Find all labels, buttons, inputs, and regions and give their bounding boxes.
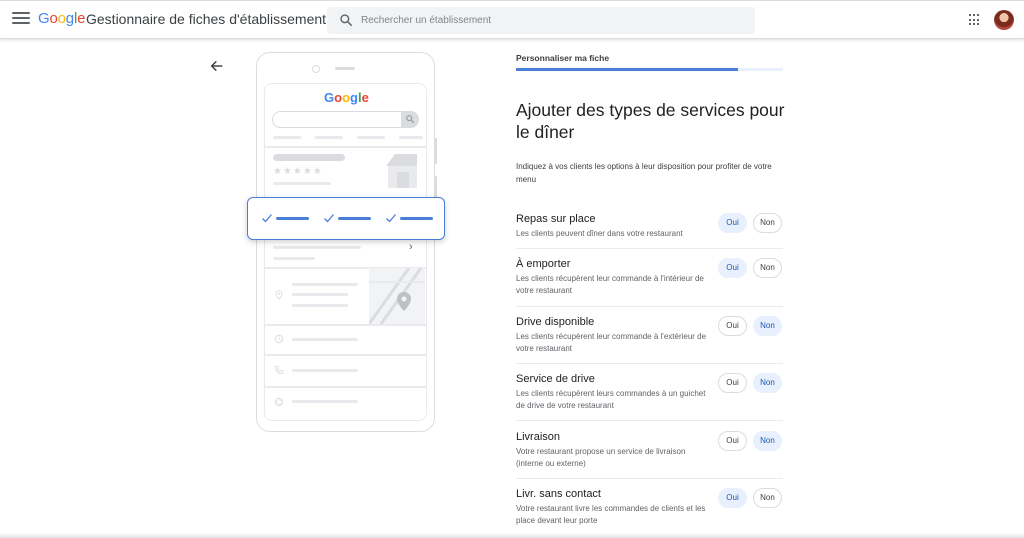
hamburger-icon[interactable] — [12, 12, 30, 28]
location-pin-icon — [275, 290, 283, 300]
no-chip[interactable]: Non — [753, 431, 782, 451]
no-chip[interactable]: Non — [753, 213, 782, 233]
illustration-divider — [265, 354, 426, 356]
service-description: Les clients récupèrent leurs commandes à… — [516, 389, 706, 410]
illustration-text-line — [292, 283, 358, 286]
service-name: Livraison — [516, 431, 561, 443]
no-chip[interactable]: Non — [753, 316, 782, 336]
yes-chip[interactable]: Oui — [718, 488, 747, 508]
bottom-edge-shadow — [0, 533, 1024, 538]
illustration-text-line — [273, 182, 331, 185]
row-divider — [516, 248, 783, 249]
illustration-tab — [357, 136, 385, 139]
chevron-right-icon: › — [409, 241, 413, 253]
row-divider — [516, 363, 783, 364]
service-description: Votre restaurant propose un service de l… — [516, 447, 686, 468]
row-divider — [516, 478, 783, 479]
page-title: Ajouter des types de services pour le dî… — [516, 100, 785, 142]
yes-chip[interactable]: Oui — [718, 431, 747, 451]
checkmark-icon — [386, 214, 396, 223]
yes-chip[interactable]: Oui — [718, 373, 747, 393]
service-description: Votre restaurant livre les commandes de … — [516, 504, 706, 525]
service-description: Les clients récupèrent leur commande à l… — [516, 274, 704, 295]
checkmark-icon — [324, 214, 334, 223]
search-bar[interactable] — [327, 7, 755, 34]
no-chip[interactable]: Non — [753, 488, 782, 508]
search-icon — [406, 115, 415, 124]
back-arrow-icon[interactable] — [208, 58, 226, 74]
illustration-divider — [265, 386, 426, 388]
illustration-search-field — [272, 111, 419, 128]
checkmark-icon — [262, 214, 272, 223]
illustration-text-line — [273, 257, 315, 260]
row-divider — [516, 420, 783, 421]
top-app-bar: Google Gestionnaire de fiches d'établiss… — [0, 0, 1024, 39]
service-name: Drive disponible — [516, 316, 595, 328]
google-logo: Google — [38, 10, 86, 27]
phone-icon — [274, 365, 284, 375]
progress-bar — [516, 68, 783, 71]
illustration-tab — [315, 136, 343, 139]
illustration-google-logo: Google — [324, 90, 369, 105]
clock-icon — [274, 334, 284, 344]
illustration-tab — [273, 136, 301, 139]
page-subtitle: Indiquez à vos clients les options à leu… — [516, 162, 772, 184]
illustration-text-line — [273, 246, 361, 249]
row-divider — [516, 306, 783, 307]
illustration-text-line — [292, 338, 358, 341]
illustration-divider — [265, 146, 426, 148]
service-name: Livr. sans contact — [516, 488, 601, 500]
service-description: Les clients récupèrent leur commande à l… — [516, 332, 707, 353]
progress-bar-fill — [516, 68, 738, 71]
yes-chip[interactable]: Oui — [718, 316, 747, 336]
illustration-map — [369, 268, 425, 324]
yes-chip[interactable]: Oui — [718, 258, 747, 278]
storefront-icon — [386, 154, 417, 188]
app-title: Gestionnaire de fiches d'établissement — [86, 11, 327, 27]
illustration-text-line — [292, 293, 348, 296]
illustration-checklist-card — [247, 197, 445, 240]
search-input[interactable] — [361, 7, 741, 34]
no-chip[interactable]: Non — [753, 373, 782, 393]
no-chip[interactable]: Non — [753, 258, 782, 278]
account-avatar[interactable] — [994, 10, 1014, 30]
globe-icon — [274, 397, 284, 407]
phone-camera — [312, 65, 320, 73]
illustration-text-line — [292, 400, 358, 403]
service-name: Repas sur place — [516, 213, 596, 225]
service-name: À emporter — [516, 258, 571, 270]
apps-grid-icon[interactable] — [969, 14, 981, 26]
search-icon — [340, 14, 353, 27]
phone-speaker — [335, 67, 355, 70]
yes-chip[interactable]: Oui — [718, 213, 747, 233]
service-description: Les clients peuvent dîner dans votre res… — [516, 229, 683, 238]
illustration-rating-stars: ★★★★★ — [273, 166, 323, 177]
illustration-divider — [265, 324, 426, 326]
illustration-tab — [399, 136, 423, 139]
step-label: Personnaliser ma fiche — [516, 53, 610, 63]
service-name: Service de drive — [516, 373, 595, 385]
illustration-text-line — [292, 304, 348, 307]
illustration-text-line — [292, 369, 358, 372]
illustration-title-line — [273, 154, 345, 161]
phone-side-button — [434, 138, 437, 164]
